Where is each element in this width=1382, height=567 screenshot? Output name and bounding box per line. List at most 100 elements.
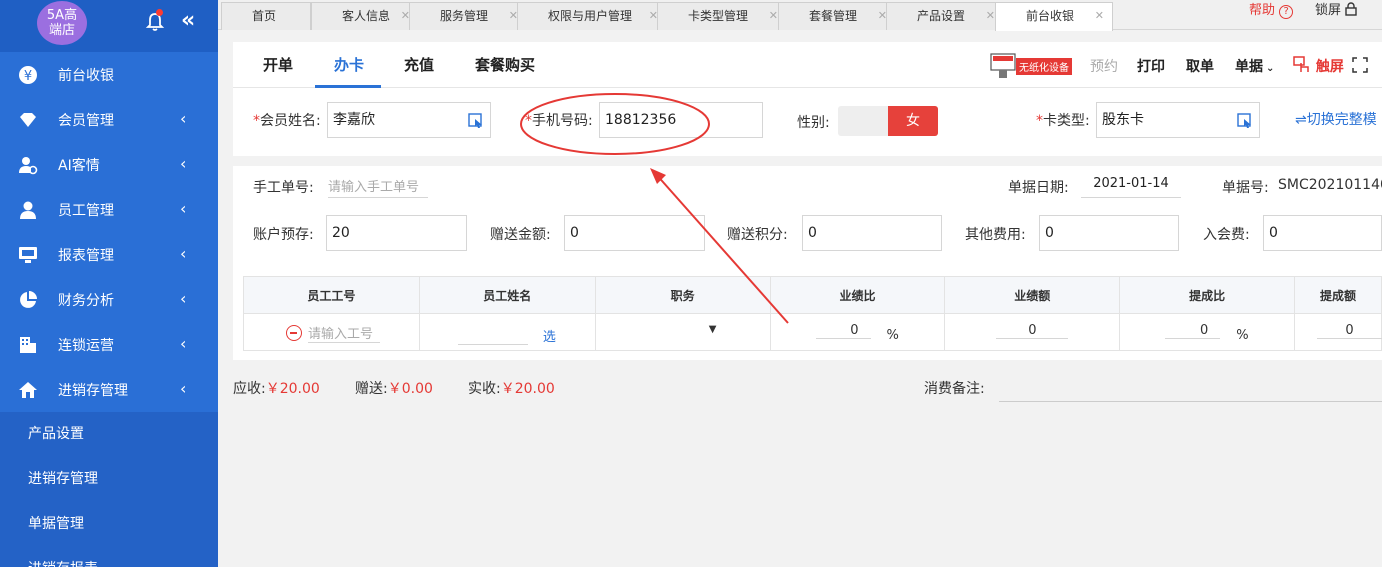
member-name-label: *会员姓名:: [253, 113, 321, 129]
table-row: 请输入工号 选 ▼ 0 % 0 0 % 0: [243, 313, 1382, 351]
remark-label: 消费备注:: [924, 381, 985, 397]
submenu-item-documents[interactable]: 单据管理: [0, 502, 218, 547]
sidebar-item-label: AI客情: [58, 157, 100, 174]
switch-full-mode-link[interactable]: ⇌切换完整模: [1295, 109, 1377, 129]
tab-home[interactable]: 首页: [221, 2, 311, 30]
tab-front-cashier[interactable]: 前台收银 ✕: [995, 2, 1113, 31]
prepaid-input[interactable]: 20: [326, 215, 467, 251]
manual-no-input[interactable]: 请输入手工单号: [328, 176, 428, 198]
manual-no-label: 手工单号:: [253, 180, 314, 196]
close-icon[interactable]: ✕: [986, 3, 995, 29]
comm-ratio-input[interactable]: 0: [1165, 323, 1221, 339]
sidebar-item-reports[interactable]: 报表管理 ‹: [0, 232, 218, 277]
touch-screen-button[interactable]: 触屏: [1293, 56, 1344, 76]
phone-input[interactable]: 18812356: [599, 102, 763, 138]
col-position: 职务: [594, 276, 771, 314]
gift-summary: 赠送:￥0.00: [355, 381, 433, 397]
sidebar-item-members[interactable]: 会员管理 ‹: [0, 97, 218, 142]
actual-summary: 实收:￥20.00: [468, 381, 555, 397]
print-button[interactable]: 打印: [1137, 56, 1165, 76]
close-icon[interactable]: ✕: [1095, 3, 1104, 29]
sidebar-item-finance[interactable]: 财务分析 ‹: [0, 277, 218, 322]
collapse-sidebar-icon[interactable]: «: [181, 9, 195, 33]
other-fee-input[interactable]: 0: [1039, 215, 1179, 251]
doc-no-value: SMC2021011400: [1278, 177, 1382, 193]
pie-icon: [20, 291, 37, 308]
tab-guest-info[interactable]: 客人信息 ✕: [311, 2, 419, 30]
emp-no-input[interactable]: 请输入工号: [308, 323, 380, 343]
home-icon: [19, 382, 37, 398]
gender-female-option[interactable]: 女: [888, 106, 938, 136]
tab-open-card[interactable]: 办卡: [334, 54, 364, 75]
sidebar-header: 5A高端店 «: [0, 0, 218, 52]
ai-user-icon: [19, 157, 38, 175]
tab-bar: 首页 客人信息 ✕ 服务管理 ✕ 权限与用户管理 ✕ 卡类型管理 ✕ 套餐管理 ✕ 产品设…: [218, 0, 1382, 31]
phone-label: *手机号码:: [525, 113, 593, 129]
dropdown-arrow-icon: ▼: [708, 324, 717, 335]
inventory-submenu: 产品设置 进销存管理 单据管理 进销存报表: [0, 412, 218, 567]
tab-product-settings[interactable]: 产品设置 ✕: [886, 2, 1004, 30]
close-icon[interactable]: ✕: [769, 3, 778, 29]
lock-screen-button[interactable]: 锁屏: [1315, 0, 1357, 24]
sidebar-item-staff[interactable]: 员工管理 ‹: [0, 187, 218, 232]
perf-ratio-input[interactable]: 0: [815, 323, 871, 339]
chevron-left-icon: ‹: [180, 334, 187, 353]
fullscreen-icon[interactable]: [1352, 57, 1368, 73]
sidebar-item-label: 连锁运营: [58, 337, 114, 354]
active-tab-indicator: [315, 85, 381, 88]
select-cursor-icon[interactable]: [468, 113, 484, 129]
staff-commission-table: 员工工号 员工姓名 职务 业绩比 业绩额 提成比 提成额 请输入工号 选 ▼ 0…: [243, 276, 1382, 351]
perf-amount-input[interactable]: 0: [996, 323, 1069, 339]
chevron-left-icon: ‹: [180, 109, 187, 128]
gender-label: 性别:: [797, 115, 830, 131]
sidebar-item-chain[interactable]: 连锁运营 ‹: [0, 322, 218, 367]
tab-service[interactable]: 服务管理 ✕: [409, 2, 527, 30]
chevron-left-icon: ‹: [180, 154, 187, 173]
gift-amount-label: 赠送金额:: [490, 227, 551, 243]
tab-open-order[interactable]: 开单: [263, 54, 293, 75]
emp-name-input[interactable]: [457, 326, 528, 345]
reserve-button[interactable]: 预约: [1090, 56, 1118, 76]
card-type-input[interactable]: 股东卡: [1096, 102, 1260, 138]
member-name-input[interactable]: 李嘉欣: [327, 102, 491, 138]
submenu-item-product-settings[interactable]: 产品设置: [0, 412, 218, 457]
col-perf-amount: 业绩额: [944, 276, 1121, 314]
tab-packages[interactable]: 套餐管理 ✕: [778, 2, 896, 30]
person-icon: [20, 201, 36, 219]
tab-package-purchase[interactable]: 套餐购买: [475, 54, 535, 75]
gift-points-label: 赠送积分:: [727, 227, 788, 243]
sidebar-item-ai[interactable]: AI客情 ‹: [0, 142, 218, 187]
tab-recharge[interactable]: 充值: [404, 54, 434, 75]
tab-card-types[interactable]: 卡类型管理 ✕: [657, 2, 787, 30]
lock-icon: [1345, 2, 1357, 16]
comm-amount-input[interactable]: 0: [1317, 323, 1382, 339]
date-label: 单据日期:: [1008, 180, 1069, 196]
select-staff-link[interactable]: 选: [543, 326, 556, 345]
sidebar-item-cashier[interactable]: ¥ 前台收银: [0, 52, 218, 97]
swap-icon: ⇌: [1295, 112, 1307, 128]
gender-toggle[interactable]: 女: [838, 106, 938, 136]
store-badge[interactable]: 5A高端店: [37, 1, 87, 45]
gift-points-input[interactable]: 0: [802, 215, 942, 251]
position-select[interactable]: ▼: [596, 314, 770, 351]
date-input[interactable]: 2021-01-14: [1081, 176, 1181, 198]
other-fee-label: 其他费用:: [965, 227, 1026, 243]
help-link[interactable]: 帮助 ?: [1249, 0, 1294, 24]
submenu-item-inventory-report[interactable]: 进销存报表: [0, 547, 218, 567]
select-cursor-icon[interactable]: [1237, 113, 1253, 129]
gift-amount-input[interactable]: 0: [564, 215, 705, 251]
receipt-dropdown[interactable]: 单据 ⌄: [1235, 56, 1274, 76]
sidebar-item-inventory[interactable]: 进销存管理 ‹: [0, 367, 218, 412]
col-comm-ratio: 提成比: [1119, 276, 1296, 314]
remark-input[interactable]: [999, 378, 1382, 402]
order-details-panel: 手工单号: 请输入手工单号 单据日期: 2021-01-14 单据号: SMC2…: [233, 166, 1382, 360]
bell-icon[interactable]: [145, 12, 165, 32]
remove-row-icon[interactable]: [286, 325, 302, 341]
percent-sign: %: [1236, 328, 1249, 343]
submenu-item-inventory[interactable]: 进销存管理: [0, 457, 218, 502]
chevron-left-icon: ‹: [180, 379, 187, 398]
take-order-button[interactable]: 取单: [1186, 56, 1214, 76]
join-fee-input[interactable]: 0: [1263, 215, 1382, 251]
tab-permissions[interactable]: 权限与用户管理 ✕: [517, 2, 667, 30]
paperless-device-button[interactable]: 无纸化设备: [988, 52, 1076, 80]
